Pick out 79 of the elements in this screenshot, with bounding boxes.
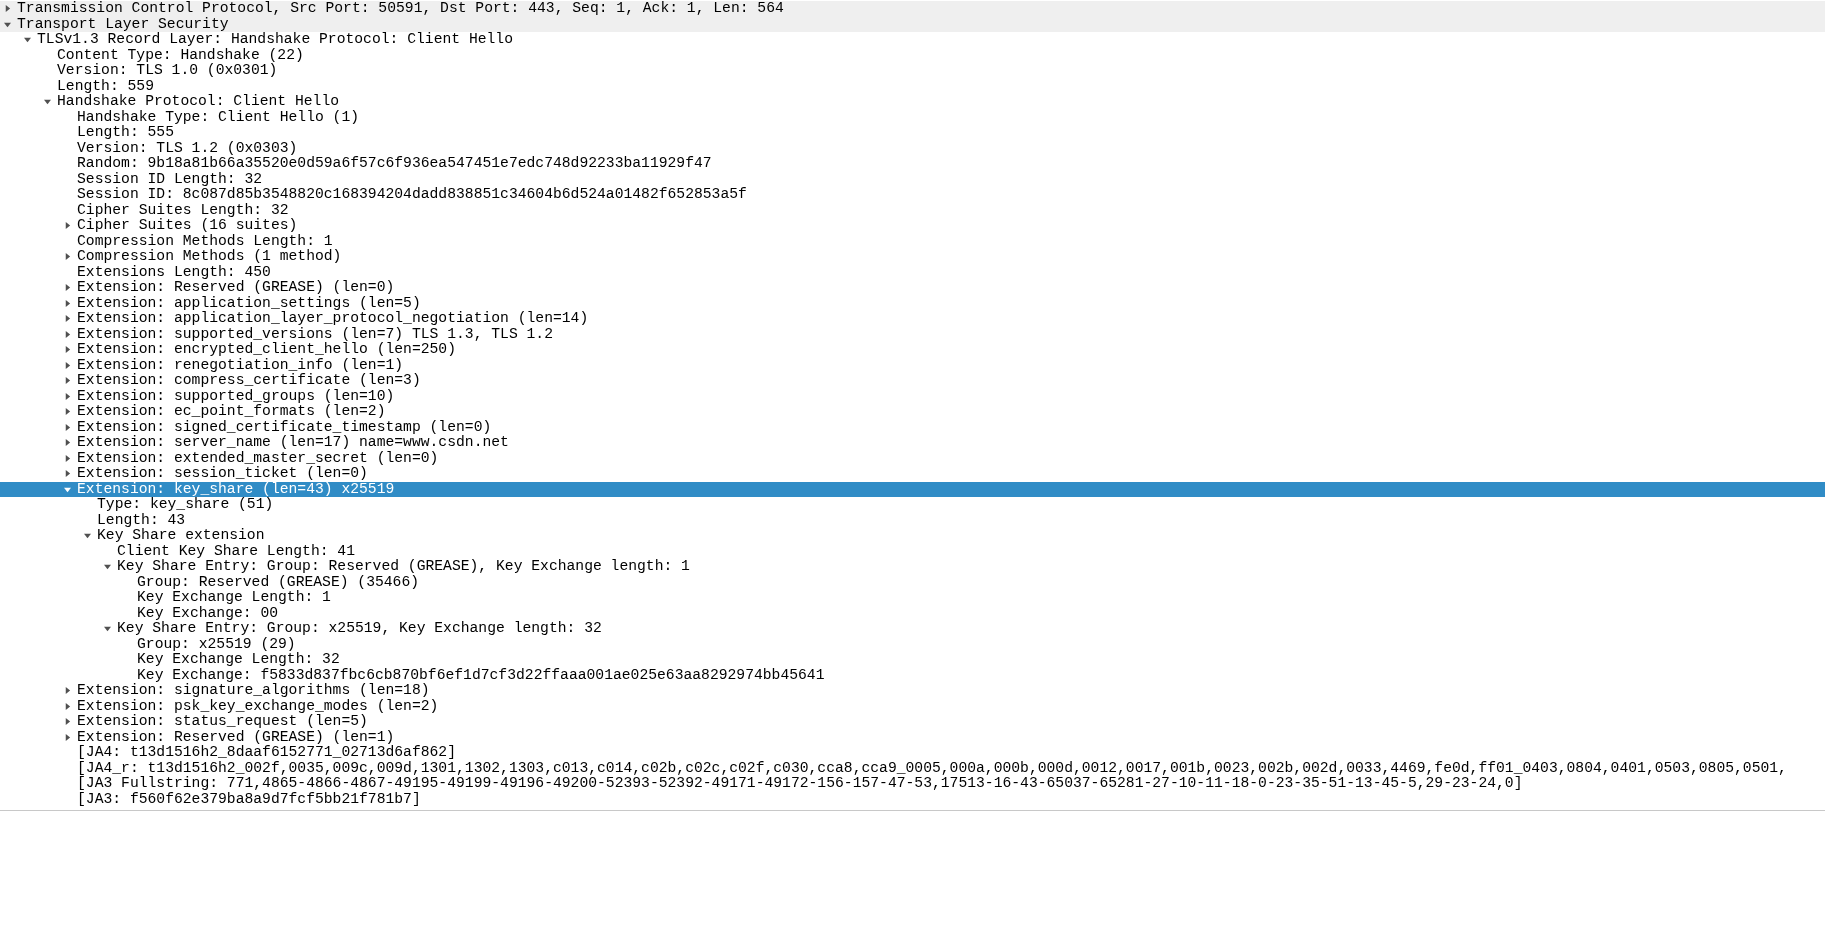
collapse-arrow-icon[interactable] [44, 98, 51, 106]
tree-item-label: Client Key Share Length: 41 [117, 543, 355, 559]
tree-item-label: Type: key_share (51) [97, 497, 274, 513]
tree-item-label: Session ID: 8c087d85b3548820c168394204dadd838851c34604b6d524a01482f652853a5f [77, 187, 747, 203]
tree-item-label: Cipher Suites Length: 32 [77, 202, 289, 218]
tree-item-label: Extension: ec_point_formats (len=2) [77, 404, 386, 420]
tree-item-label: Extensions Length: 450 [77, 264, 271, 280]
tree-item-label: Handshake Type: Client Hello (1) [77, 109, 360, 125]
tree-item-label: Version: TLS 1.0 (0x0301) [57, 63, 278, 79]
tree-item-label: Compression Methods (1 method) [77, 249, 342, 265]
tree-item-label: Length: 43 [97, 512, 186, 528]
tree-item-label: Key Exchange: 00 [137, 605, 279, 621]
tree-item-label: Key Exchange Length: 32 [137, 652, 340, 668]
expand-arrow-icon[interactable] [64, 222, 71, 230]
tree-item-label: Extension: application_layer_protocol_negotiation (len=14) [77, 311, 589, 327]
collapse-arrow-icon[interactable] [24, 36, 31, 44]
expand-arrow-icon[interactable] [64, 361, 71, 369]
tree-item-label: Session ID Length: 32 [77, 171, 263, 187]
collapse-arrow-icon[interactable] [84, 532, 91, 540]
tree-item-label: Extension: status_request (len=5) [77, 714, 368, 730]
tree-item-label: Extension: psk_key_exchange_modes (len=2) [77, 698, 439, 714]
tree-row[interactable]: Transmission Control Protocol, Src Port: 50591, Dst Port: 443, Seq: 1, Ack: 1, Len: 564 [0, 1, 1825, 17]
collapse-arrow-icon[interactable] [104, 625, 111, 633]
tree-item-label: Group: Reserved (GREASE) (35466) [137, 574, 420, 590]
expand-arrow-icon[interactable] [64, 299, 71, 307]
expand-arrow-icon[interactable] [64, 315, 71, 323]
tree-item-label: Extension: key_share (len=43) x25519 [77, 481, 395, 497]
expand-arrow-icon[interactable] [64, 439, 71, 447]
expand-arrow-icon[interactable] [64, 330, 71, 338]
tree-item-label: Handshake Protocol: Client Hello [57, 94, 340, 110]
tree-item-label: Extension: server_name (len=17) name=www.csdn.net [77, 435, 509, 451]
tree-item-label: Key Share Entry: Group: Reserved (GREASE), Key Exchange length: 1 [117, 559, 690, 575]
expand-arrow-icon[interactable] [64, 687, 71, 695]
tree-item-label: [JA4: t13d1516h2_8daaf6152771_02713d6af862] [77, 745, 456, 761]
expand-arrow-icon[interactable] [64, 408, 71, 416]
tree-item-label: Transmission Control Protocol, Src Port: 50591, Dst Port: 443, Seq: 1, Ack: 1, Len: 564 [17, 1, 784, 17]
expand-arrow-icon[interactable] [4, 5, 11, 13]
tree-item-label: Key Share extension [97, 528, 265, 544]
expand-arrow-icon[interactable] [64, 733, 71, 741]
tree-item-label: Content Type: Handshake (22) [57, 47, 304, 63]
tree-item-label: Extension: signature_algorithms (len=18) [77, 683, 430, 699]
expand-arrow-icon[interactable] [64, 284, 71, 292]
tree-item-label: Extension: signed_certificate_timestamp (len=0) [77, 419, 492, 435]
tree-item-label: Extension: encrypted_client_hello (len=250) [77, 342, 456, 358]
collapse-arrow-icon[interactable] [104, 563, 111, 571]
tree-item-label: Extension: supported_groups (len=10) [77, 388, 395, 404]
tree-item-label: Extension: supported_versions (len=7) TLS 1.3, TLS 1.2 [77, 326, 553, 342]
tree-item-label: [JA3: f560f62e379ba8a9d7fcf5bb21f781b7] [77, 791, 421, 807]
tree-item-label: Version: TLS 1.2 (0x0303) [77, 140, 298, 156]
tree-item-label: Length: 559 [57, 78, 154, 94]
tree-item-label: Random: 9b18a81b66a35520e0d59a6f57c6f936ea547451e7edc748d92233ba11929f47 [77, 156, 712, 172]
tree-item-label: [JA3 Fullstring: 771,4865-4866-4867-49195-49199-49196-49200-52393-52392-49171-49172-156-157-47-53,17513-16-43-65037-65281-27-10-11-18-0-23-35-51-13-45-5,29-23-24,0] [77, 776, 1523, 792]
expand-arrow-icon[interactable] [64, 346, 71, 354]
tree-item-label: Cipher Suites (16 suites) [77, 218, 298, 234]
collapse-arrow-icon[interactable] [4, 20, 11, 28]
tree-item-label: Extension: session_ticket (len=0) [77, 466, 368, 482]
tree-item-label: Key Exchange Length: 1 [137, 590, 331, 606]
tree-item-label: Group: x25519 (29) [137, 636, 296, 652]
tree-item-label: Compression Methods Length: 1 [77, 233, 333, 249]
expand-arrow-icon[interactable] [64, 253, 71, 261]
tree-item-label: Extension: renegotiation_info (len=1) [77, 357, 404, 373]
expand-arrow-icon[interactable] [64, 377, 71, 385]
collapse-arrow-icon[interactable] [64, 485, 71, 493]
expand-arrow-icon[interactable] [64, 392, 71, 400]
tree-item-label: Transport Layer Security [17, 16, 229, 32]
tree-item-label: Extension: compress_certificate (len=3) [77, 373, 421, 389]
expand-arrow-icon[interactable] [64, 454, 71, 462]
expand-arrow-icon[interactable] [64, 470, 71, 478]
tree-item-label: Extension: Reserved (GREASE) (len=0) [77, 280, 395, 296]
expand-arrow-icon[interactable] [64, 423, 71, 431]
expand-arrow-icon[interactable] [64, 702, 71, 710]
tree-item-label: Length: 555 [77, 125, 174, 141]
tree-item-label: Key Exchange: f5833d837fbc6cb870bf6ef1d7cf3d22ffaaa001ae025e63aa8292974bb45641 [137, 667, 825, 683]
tree-item-label: Extension: application_settings (len=5) [77, 295, 421, 311]
tree-item-label: TLSv1.3 Record Layer: Handshake Protocol: Client Hello [37, 32, 513, 48]
tree-item-label: Key Share Entry: Group: x25519, Key Exchange length: 32 [117, 621, 602, 637]
tree-item-label: Extension: extended_master_secret (len=0) [77, 450, 439, 466]
expand-arrow-icon[interactable] [64, 718, 71, 726]
tree-item-label: Extension: Reserved (GREASE) (len=1) [77, 729, 395, 745]
